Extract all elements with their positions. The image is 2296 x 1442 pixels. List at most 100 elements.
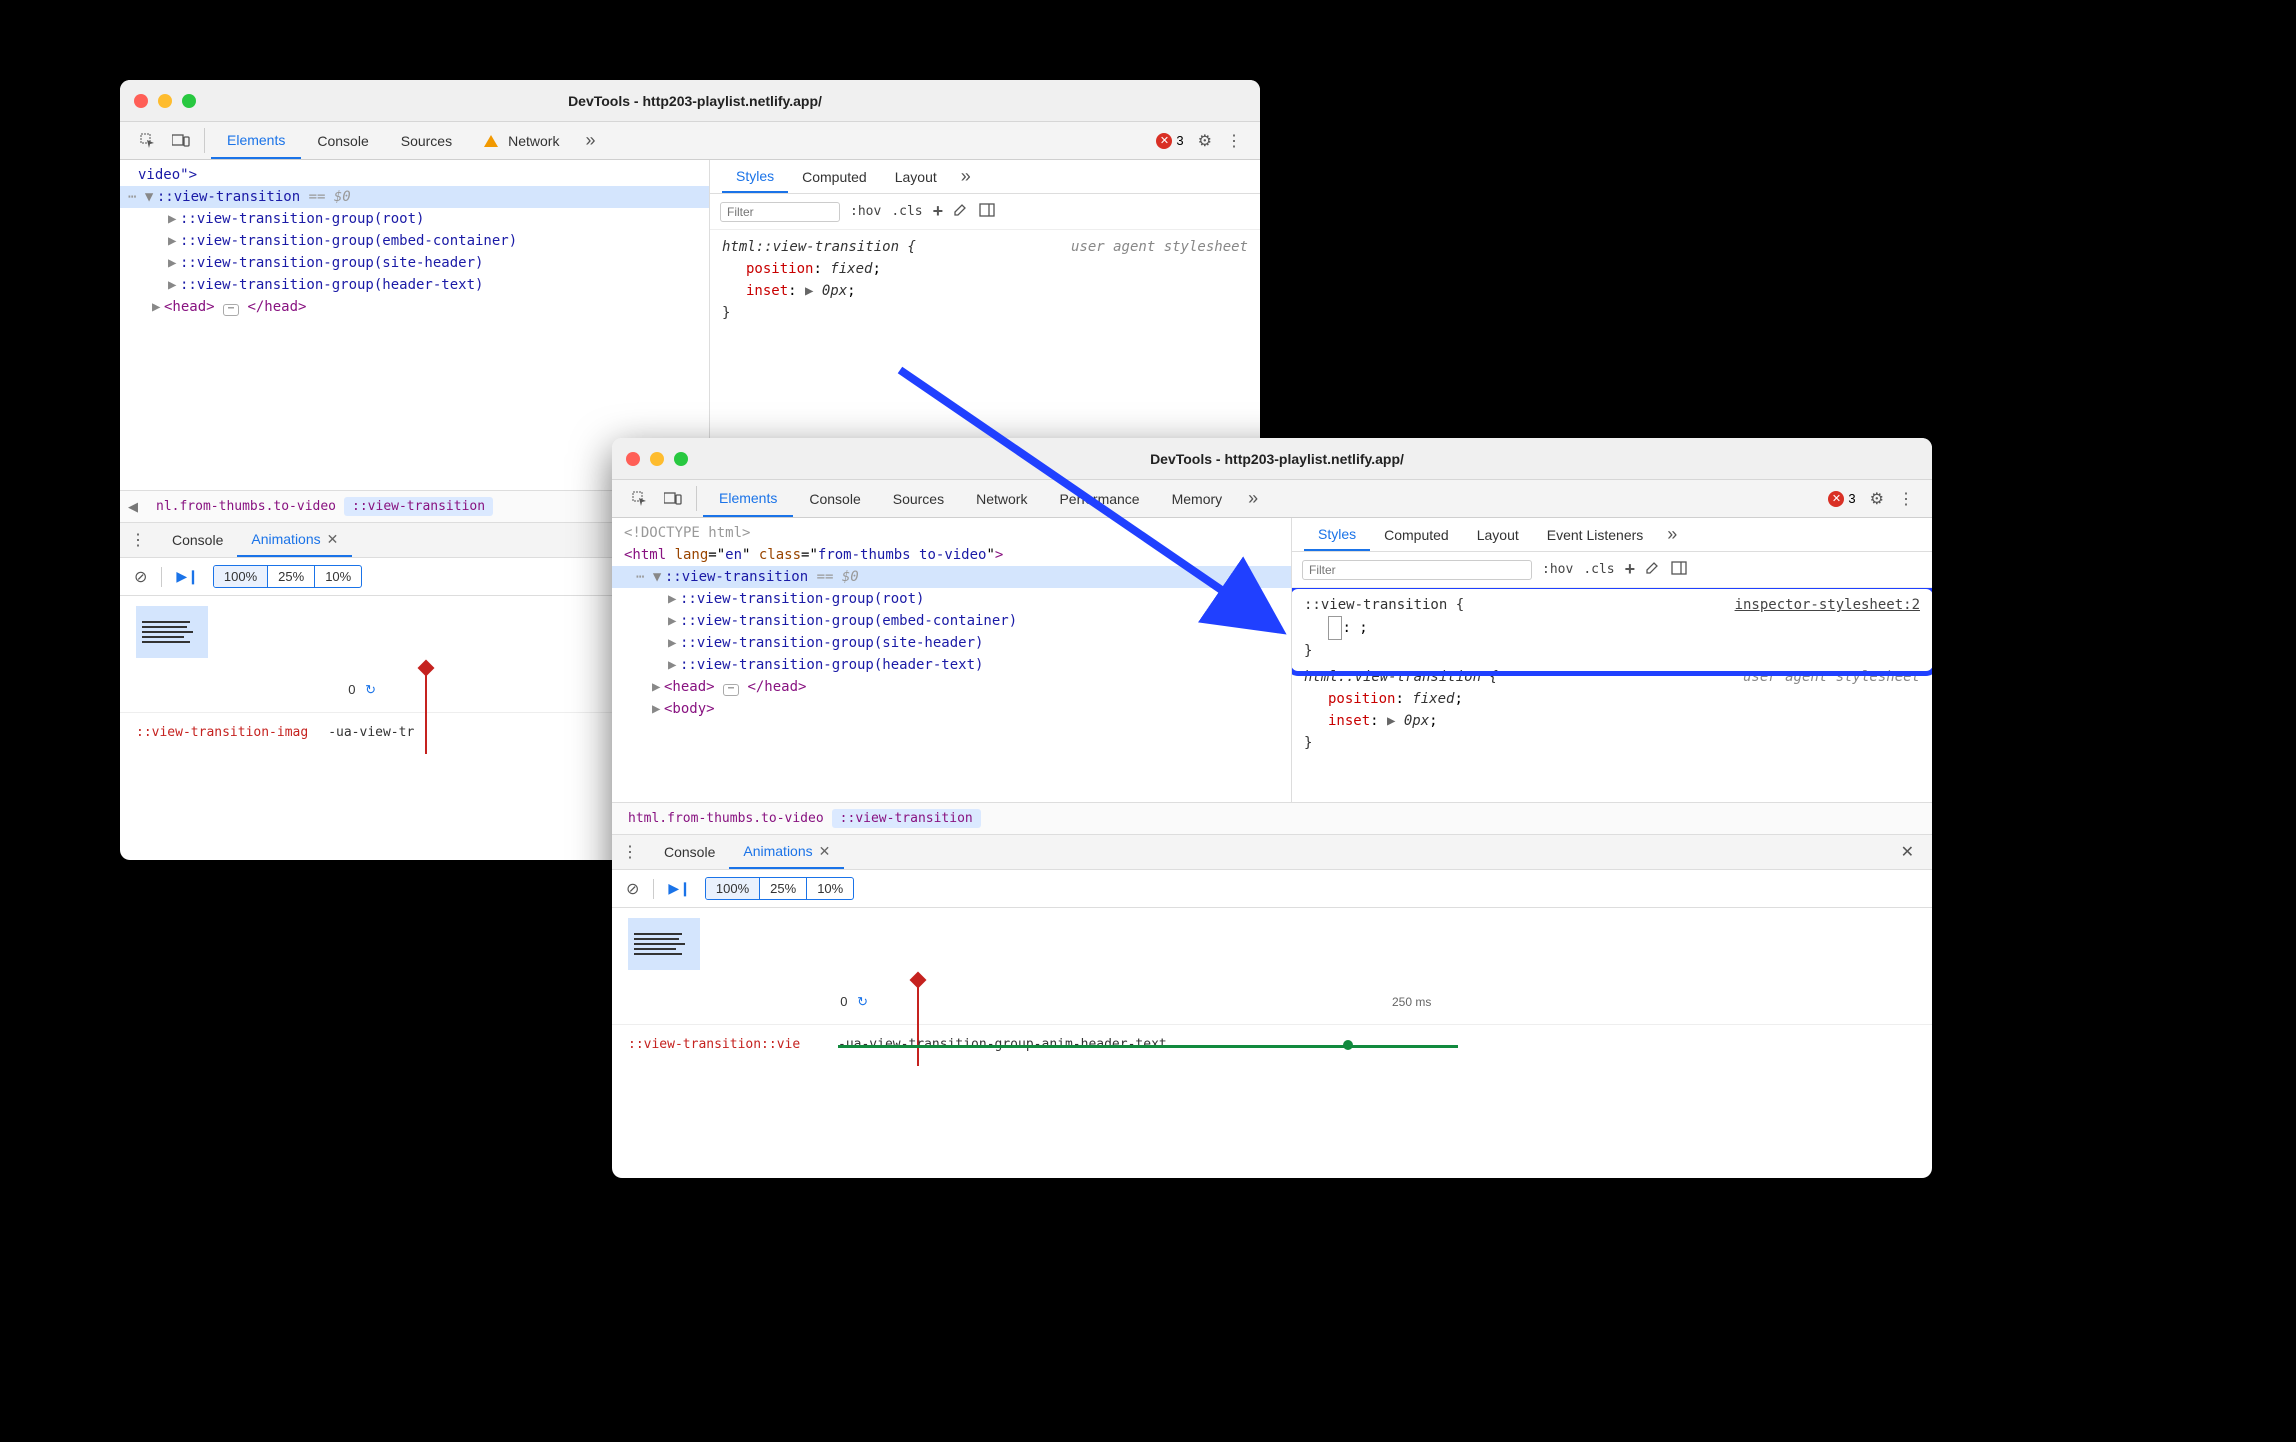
- dom-group-3[interactable]: ▶::view-transition-group(header-text): [120, 274, 709, 296]
- speed-10[interactable]: 10%: [807, 878, 853, 899]
- dom-tree[interactable]: <!DOCTYPE html> <html lang="en" class="f…: [612, 518, 1291, 802]
- drawer-kebab-icon[interactable]: ⋮: [622, 842, 638, 862]
- dom-group-1[interactable]: ▶::view-transition-group(embed-container…: [120, 230, 709, 252]
- breadcrumb-0[interactable]: html.from-thumbs.to-video: [620, 809, 832, 828]
- stab-computed[interactable]: Computed: [1370, 518, 1463, 551]
- dom-group-1[interactable]: ▶::view-transition-group(embed-container…: [612, 610, 1291, 632]
- close-icon[interactable]: ✕: [819, 843, 831, 860]
- kebab-icon[interactable]: ⋮: [1898, 489, 1914, 509]
- cls-toggle[interactable]: .cls: [891, 204, 922, 219]
- error-badge[interactable]: ✕ 3: [1828, 491, 1855, 507]
- breadcrumb-1[interactable]: ::view-transition: [344, 497, 493, 516]
- drawer-tab-console[interactable]: Console: [158, 523, 237, 557]
- more-tabs-icon[interactable]: »: [575, 122, 605, 159]
- play-icon[interactable]: ▶❙: [176, 568, 199, 585]
- speed-100[interactable]: 100%: [706, 878, 760, 899]
- drawer-close-icon[interactable]: ✕: [1893, 842, 1922, 862]
- play-icon[interactable]: ▶❙: [668, 880, 691, 897]
- cls-toggle[interactable]: .cls: [1583, 562, 1614, 577]
- dom-selected-node[interactable]: ⋯ ▼::view-transition == $0: [120, 186, 709, 208]
- device-icon[interactable]: [164, 122, 198, 159]
- styles-filter-input[interactable]: [720, 202, 840, 222]
- stab-more-icon[interactable]: »: [1657, 518, 1687, 551]
- device-icon[interactable]: [656, 480, 690, 517]
- tab-sources[interactable]: Sources: [877, 480, 960, 517]
- tab-memory[interactable]: Memory: [1156, 480, 1239, 517]
- animation-group-thumb[interactable]: [136, 606, 208, 658]
- more-tabs-icon[interactable]: »: [1238, 480, 1268, 517]
- brush-icon[interactable]: [953, 202, 969, 221]
- dom-selected-node[interactable]: ⋯ ▼::view-transition == $0: [612, 566, 1291, 588]
- dom-html-element[interactable]: <html lang="en" class="from-thumbs to-vi…: [612, 544, 1291, 566]
- inspect-icon[interactable]: [132, 122, 164, 159]
- stab-more-icon[interactable]: »: [951, 160, 981, 193]
- property-edit-input[interactable]: [1328, 616, 1342, 640]
- close-dot[interactable]: [134, 94, 148, 108]
- animation-group-thumb[interactable]: [628, 918, 700, 970]
- tab-elements[interactable]: Elements: [211, 122, 301, 159]
- tab-console[interactable]: Console: [793, 480, 876, 517]
- styles-rules[interactable]: inspector-stylesheet:2::view-transition …: [1292, 588, 1932, 802]
- dom-group-2[interactable]: ▶::view-transition-group(site-header): [612, 632, 1291, 654]
- dom-group-0[interactable]: ▶::view-transition-group(root): [612, 588, 1291, 610]
- stab-styles[interactable]: Styles: [1304, 518, 1370, 551]
- drawer-tab-console[interactable]: Console: [650, 835, 729, 869]
- dom-group-2[interactable]: ▶::view-transition-group(site-header): [120, 252, 709, 274]
- tab-network[interactable]: Network: [960, 480, 1043, 517]
- dom-group-0[interactable]: ▶::view-transition-group(root): [120, 208, 709, 230]
- tab-performance[interactable]: Performance: [1043, 480, 1155, 517]
- gear-icon[interactable]: ⚙: [1198, 131, 1212, 151]
- playhead[interactable]: [420, 662, 432, 754]
- drawer-tab-animations[interactable]: Animations✕: [729, 835, 844, 869]
- animation-timeline[interactable]: 0 ↻ 250 ms: [612, 980, 1932, 1024]
- tab-elements[interactable]: Elements: [703, 480, 793, 517]
- hov-toggle[interactable]: :hov: [1542, 562, 1573, 577]
- minimize-dot[interactable]: [650, 452, 664, 466]
- dom-body[interactable]: ▶<body>: [612, 698, 1291, 720]
- stab-styles[interactable]: Styles: [722, 160, 788, 193]
- gear-icon[interactable]: ⚙: [1870, 489, 1884, 509]
- reload-icon[interactable]: ↻: [365, 682, 376, 697]
- stab-layout[interactable]: Layout: [881, 160, 951, 193]
- animation-track[interactable]: ::view-transition::vie -ua-view-transiti…: [612, 1024, 1932, 1064]
- drawer-kebab-icon[interactable]: ⋮: [130, 530, 146, 550]
- inspect-icon[interactable]: [624, 480, 656, 517]
- close-dot[interactable]: [626, 452, 640, 466]
- zoom-dot[interactable]: [182, 94, 196, 108]
- tab-console[interactable]: Console: [301, 122, 384, 159]
- new-rule-icon[interactable]: +: [1625, 559, 1636, 580]
- dom-head[interactable]: ▶<head> ⋯ </head>: [612, 676, 1291, 698]
- clear-icon[interactable]: ⊘: [626, 879, 639, 899]
- reload-icon[interactable]: ↻: [857, 994, 868, 1009]
- panel-icon[interactable]: [1671, 560, 1687, 579]
- chevron-left-icon[interactable]: ◀: [128, 499, 148, 515]
- dom-group-3[interactable]: ▶::view-transition-group(header-text): [612, 654, 1291, 676]
- playhead[interactable]: [912, 974, 924, 1066]
- panel-icon[interactable]: [979, 202, 995, 221]
- tab-network[interactable]: Network: [468, 122, 575, 159]
- drawer-tab-animations[interactable]: Animations✕: [237, 523, 352, 557]
- error-badge[interactable]: ✕ 3: [1156, 133, 1183, 149]
- clear-icon[interactable]: ⊘: [134, 567, 147, 587]
- error-icon: ✕: [1156, 133, 1172, 149]
- hov-toggle[interactable]: :hov: [850, 204, 881, 219]
- rule-source-link[interactable]: inspector-stylesheet:2: [1735, 594, 1920, 616]
- stab-computed[interactable]: Computed: [788, 160, 881, 193]
- stab-event-listeners[interactable]: Event Listeners: [1533, 518, 1658, 551]
- minimize-dot[interactable]: [158, 94, 172, 108]
- new-rule-icon[interactable]: +: [933, 201, 944, 222]
- styles-filter-input[interactable]: [1302, 560, 1532, 580]
- speed-25[interactable]: 25%: [760, 878, 807, 899]
- zoom-dot[interactable]: [674, 452, 688, 466]
- speed-10[interactable]: 10%: [315, 566, 361, 587]
- speed-25[interactable]: 25%: [268, 566, 315, 587]
- breadcrumb-0[interactable]: nl.from-thumbs.to-video: [148, 497, 344, 516]
- close-icon[interactable]: ✕: [327, 531, 339, 548]
- tab-sources[interactable]: Sources: [385, 122, 468, 159]
- dom-head[interactable]: ▶<head> ⋯ </head>: [120, 296, 709, 318]
- speed-100[interactable]: 100%: [214, 566, 268, 587]
- brush-icon[interactable]: [1645, 560, 1661, 579]
- kebab-icon[interactable]: ⋮: [1226, 131, 1242, 151]
- breadcrumb-1[interactable]: ::view-transition: [832, 809, 981, 828]
- stab-layout[interactable]: Layout: [1463, 518, 1533, 551]
